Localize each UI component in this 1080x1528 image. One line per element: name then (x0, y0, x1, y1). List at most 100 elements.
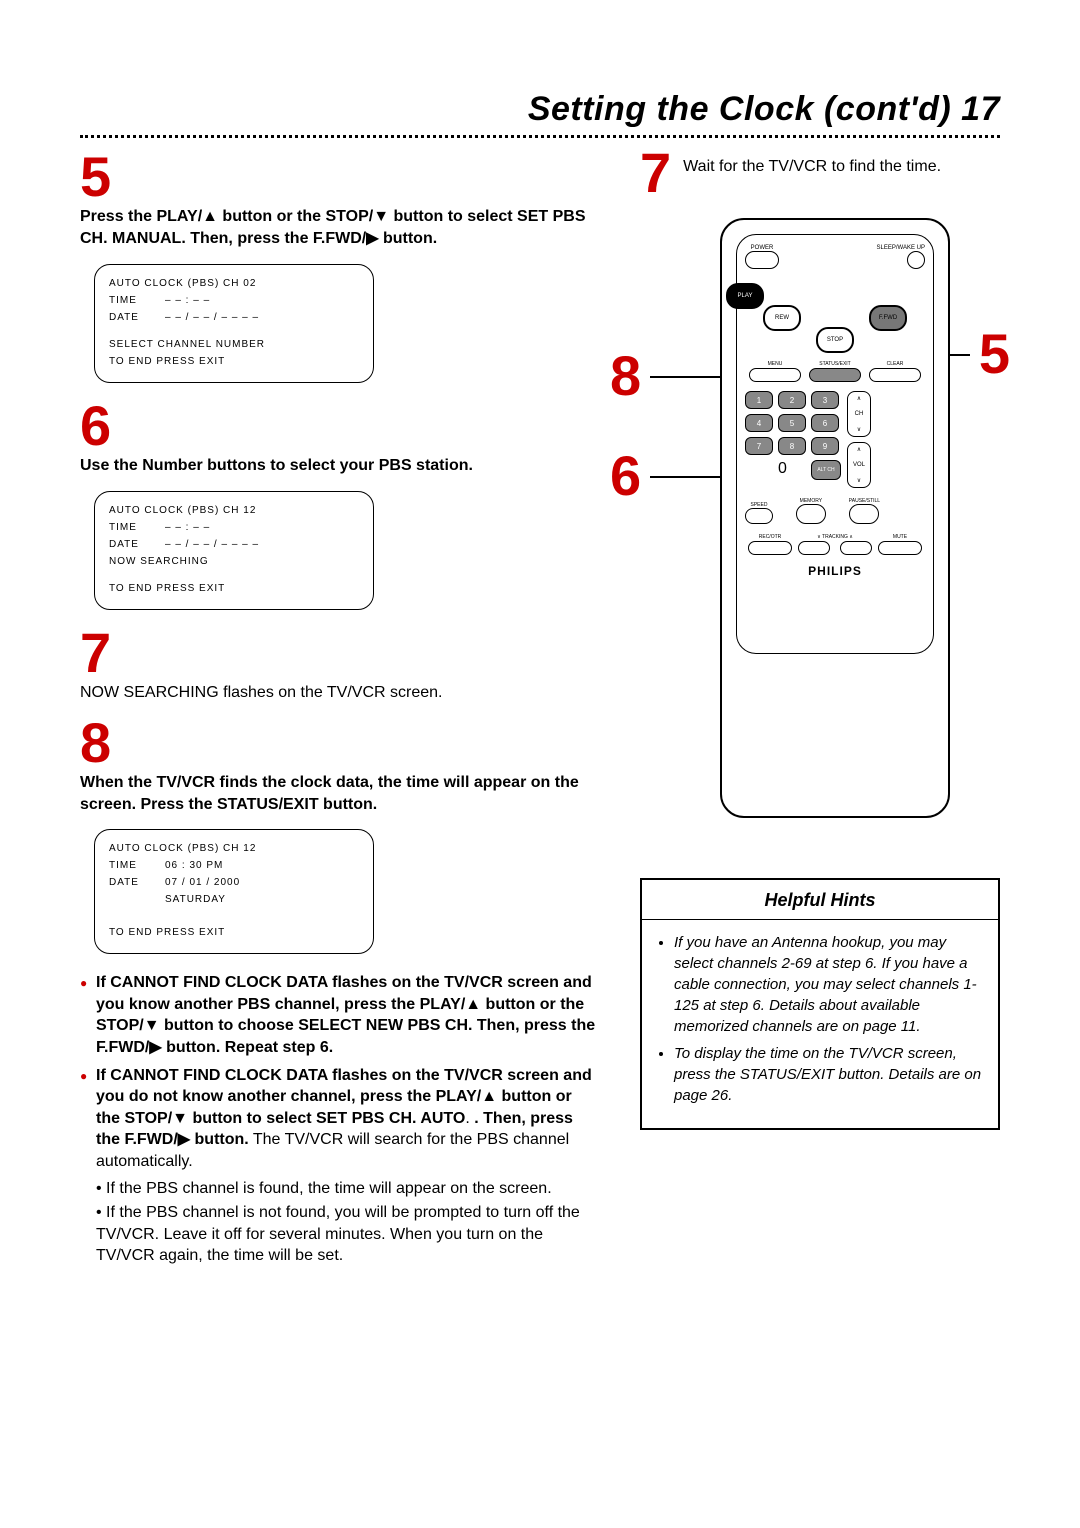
osd-screen-1: AUTO CLOCK (PBS) CH 02 TIME– – : – – DAT… (94, 264, 374, 383)
page-header: Setting the Clock (cont'd) 17 (80, 90, 1000, 129)
key-6[interactable]: 6 (811, 414, 839, 432)
sleep-button[interactable] (907, 251, 925, 269)
vol-label: VOL (853, 462, 865, 468)
tracking-up-button[interactable] (840, 541, 872, 555)
stop-button[interactable]: STOP (816, 327, 854, 353)
step-8-text: When the TV/VCR finds the clock data, th… (80, 772, 600, 815)
helpful-hints-box: Helpful Hints If you have an Antenna hoo… (640, 878, 1000, 1130)
content-columns: 5 Press the PLAY/▲ button or the STOP/▼ … (80, 148, 1000, 1273)
osd2-line1: NOW SEARCHING (109, 553, 359, 570)
osd2-line2: TO END PRESS EXIT (109, 580, 359, 597)
note-2: If CANNOT FIND CLOCK DATA flashes on the… (80, 1065, 600, 1267)
alt-ch-button[interactable]: ALT CH (811, 460, 841, 480)
ffwd-button[interactable]: F.FWD (869, 305, 907, 331)
pause-button[interactable] (849, 504, 879, 524)
osd2-time-val: – – : – – (165, 519, 210, 536)
memory-button[interactable] (796, 504, 826, 524)
hints-body: If you have an Antenna hookup, you may s… (642, 920, 998, 1128)
step-6-number: 6 (80, 401, 600, 451)
channel-rocker[interactable]: ∧ CH ∨ (847, 391, 871, 437)
osd1-line1: SELECT CHANNEL NUMBER (109, 336, 359, 353)
hint-2: To display the time on the TV/VCR screen… (674, 1043, 982, 1106)
hints-title: Helpful Hints (642, 880, 998, 920)
mute-button[interactable] (878, 541, 922, 555)
osd2-time-label: TIME (109, 519, 165, 536)
step-6-text: Use the Number buttons to select your PB… (80, 455, 600, 477)
step-5-text: Press the PLAY/▲ button or the STOP/▼ bu… (80, 206, 600, 249)
key-1[interactable]: 1 (745, 391, 773, 409)
recotr-label: REC/OTR (759, 534, 782, 540)
osd3-header: AUTO CLOCK (PBS) CH 12 (109, 840, 359, 857)
step-5-number: 5 (80, 152, 600, 202)
osd3-time-val: 06 : 30 PM (165, 857, 223, 874)
rew-button[interactable]: REW (763, 305, 801, 331)
key-9[interactable]: 9 (811, 437, 839, 455)
speed-label: SPEED (745, 502, 773, 508)
recotr-button[interactable] (748, 541, 792, 555)
menu-label: MENU (768, 361, 783, 367)
sleep-label: SLEEP/WAKE UP (877, 245, 925, 251)
tracking-down-button[interactable] (798, 541, 830, 555)
step-7-number: 7 (80, 628, 600, 678)
status-exit-button[interactable] (809, 368, 861, 382)
vol-down-icon: ∨ (857, 477, 861, 484)
note-2-sub1: • If the PBS channel is found, the time … (96, 1178, 600, 1200)
play-button[interactable]: PLAY (726, 283, 764, 309)
numpad: 1 2 3 4 5 6 7 8 9 (745, 391, 841, 455)
notes-list: If CANNOT FIND CLOCK DATA flashes on the… (80, 972, 600, 1267)
transport-cluster: PLAY REW F.FWD STOP (745, 283, 925, 353)
osd1-time-val: – – : – – (165, 292, 210, 309)
osd-screen-2: AUTO CLOCK (PBS) CH 12 TIME– – : – – DAT… (94, 491, 374, 610)
key-8[interactable]: 8 (778, 437, 806, 455)
manual-page: Setting the Clock (cont'd) 17 5 Press th… (0, 0, 1080, 1333)
key-3[interactable]: 3 (811, 391, 839, 409)
page-title: Setting the Clock (cont'd) 17 (528, 90, 1000, 128)
remote-control: POWER SLEEP/WAKE UP PLAY REW F.FWD (720, 218, 950, 818)
step-6-bold: Use the Number buttons to select your PB… (80, 457, 473, 474)
pause-label: PAUSE/STILL (849, 498, 880, 504)
menu-button[interactable] (749, 368, 801, 382)
vol-up-icon: ∧ (857, 446, 861, 453)
osd2-date-val: – – / – – / – – – – (165, 536, 259, 553)
right-step-7-text: Wait for the TV/VCR to find the time. (683, 156, 941, 184)
power-button[interactable] (745, 251, 779, 269)
osd2-header: AUTO CLOCK (PBS) CH 12 (109, 502, 359, 519)
key-0[interactable]: 0 (778, 460, 806, 478)
ch-vol-column: ∧ CH ∨ ∧ VOL ∨ (847, 391, 871, 488)
status-label: STATUS/EXIT (819, 361, 850, 367)
osd3-date-label: DATE (109, 874, 165, 891)
ch-down-icon: ∨ (857, 426, 861, 433)
osd3-date-val: 07 / 01 / 2000 (165, 874, 240, 891)
key-2[interactable]: 2 (778, 391, 806, 409)
hint-1: If you have an Antenna hookup, you may s… (674, 932, 982, 1037)
clear-button[interactable] (869, 368, 921, 382)
callout-8: 8 (610, 348, 641, 404)
ch-up-icon: ∧ (857, 395, 861, 402)
key-4[interactable]: 4 (745, 414, 773, 432)
key-7[interactable]: 7 (745, 437, 773, 455)
mute-label: MUTE (893, 534, 907, 540)
right-step-7: 7 Wait for the TV/VCR to find the time. (640, 148, 1000, 198)
osd3-line2: TO END PRESS EXIT (109, 924, 359, 941)
left-column: 5 Press the PLAY/▲ button or the STOP/▼ … (80, 148, 600, 1273)
ch-label: CH (855, 411, 864, 417)
remote-inner: POWER SLEEP/WAKE UP PLAY REW F.FWD (736, 234, 934, 654)
memory-label: MEMORY (796, 498, 826, 504)
osd3-date-day: SATURDAY (165, 891, 226, 908)
note-1: If CANNOT FIND CLOCK DATA flashes on the… (80, 972, 600, 1058)
osd2-date-label: DATE (109, 536, 165, 553)
note-1-text: If CANNOT FIND CLOCK DATA flashes on the… (96, 974, 595, 1056)
osd1-date-label: DATE (109, 309, 165, 326)
volume-rocker[interactable]: ∧ VOL ∨ (847, 442, 871, 488)
speed-button[interactable] (745, 508, 773, 524)
remote-diagram: 8 6 5 POWER SLEEP (640, 218, 1000, 838)
osd-screen-3: AUTO CLOCK (PBS) CH 12 TIME06 : 30 PM DA… (94, 829, 374, 954)
osd3-time-label: TIME (109, 857, 165, 874)
numpad-area: 1 2 3 4 5 6 7 8 9 (745, 391, 925, 488)
power-label: POWER (745, 245, 779, 251)
step-7-text: NOW SEARCHING flashes on the TV/VCR scre… (80, 682, 600, 704)
key-5[interactable]: 5 (778, 414, 806, 432)
brand-label: PHILIPS (745, 564, 925, 578)
mid-buttons-row: SPEED MEMORY PAUSE/STILL (745, 498, 925, 524)
step-8-bold: When the TV/VCR finds the clock data, th… (80, 774, 579, 813)
